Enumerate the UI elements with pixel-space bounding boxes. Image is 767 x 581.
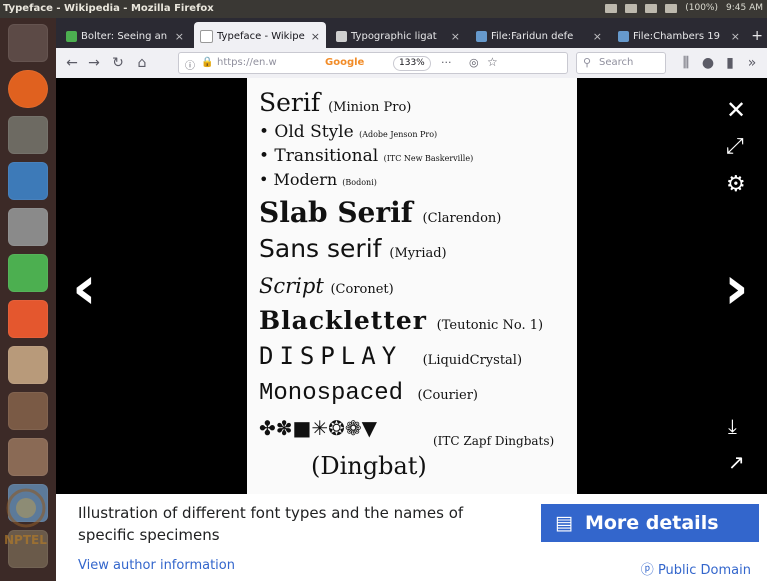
- share-icon[interactable]: ↗: [728, 452, 745, 472]
- amazon-icon[interactable]: [8, 346, 48, 384]
- previous-image-icon[interactable]: ‹: [72, 258, 97, 318]
- tab-label: Bolter: Seeing an: [81, 30, 168, 42]
- dash-icon[interactable]: [8, 24, 48, 62]
- more-details-label: More details: [584, 512, 719, 534]
- url-text: https://en.w: [217, 57, 277, 68]
- license-link[interactable]: ⓟ Public Domain: [641, 559, 751, 578]
- fullscreen-icon[interactable]: ⤢: [726, 136, 744, 158]
- software-center-icon[interactable]: [8, 300, 48, 338]
- typeface-specimen-image: Serif (Minion Pro) • Old Style (Adobe Je…: [247, 78, 577, 494]
- favicon-icon: [66, 30, 77, 42]
- tab-typographic[interactable]: Typographic ligat ×: [330, 22, 466, 50]
- specimen-blackletter: Blackletter (Teutonic No. 1): [259, 306, 544, 335]
- nptel-logo-icon: NPTEL: [4, 488, 47, 547]
- specimen-script: Script (Coronet): [259, 274, 394, 298]
- reload-icon[interactable]: ↻: [108, 53, 128, 73]
- image-info-bar: Illustration of different font types and…: [56, 494, 767, 581]
- tab-label: Typographic ligat: [351, 30, 437, 42]
- sidebar-icon[interactable]: ▮: [720, 53, 740, 73]
- forward-icon[interactable]: →: [84, 53, 104, 73]
- license-label: Public Domain: [657, 563, 751, 578]
- specimen-dingbat-label: (Dingbat): [311, 452, 427, 480]
- close-tab-icon[interactable]: ×: [731, 30, 740, 43]
- back-icon[interactable]: ←: [62, 53, 82, 73]
- battery-icon[interactable]: [665, 3, 678, 13]
- public-domain-icon: ⓟ: [640, 563, 654, 578]
- tab-bolter[interactable]: Bolter: Seeing an ×: [60, 22, 190, 50]
- navigation-bar: ← → ↻ ⌂ ⓘ 🔒 https://en.w Google 133% ···…: [56, 48, 767, 79]
- writer-icon[interactable]: [8, 162, 48, 200]
- tab-label: File:Chambers 19: [633, 30, 721, 42]
- svg-text:NPTEL: NPTEL: [4, 533, 47, 547]
- media-viewer: Serif (Minion Pro) • Old Style (Adobe Je…: [56, 78, 767, 494]
- specimen-transitional: • Transitional (ITC New Baskerville): [259, 146, 474, 166]
- commons-icon: [618, 30, 629, 42]
- home-icon[interactable]: ⌂: [132, 53, 152, 73]
- mail-icon[interactable]: [645, 3, 658, 13]
- commons-icon: [476, 30, 487, 42]
- next-image-icon[interactable]: ›: [724, 258, 749, 318]
- search-placeholder: Search: [599, 57, 634, 68]
- search-engine-badge[interactable]: Google: [325, 57, 364, 68]
- specimen-sans-serif: Sans serif (Myriad): [259, 234, 447, 263]
- bookmark-star-icon[interactable]: ☆: [487, 55, 498, 69]
- window-title: Typeface - Wikipedia - Mozilla Firefox: [3, 3, 214, 14]
- nptel-watermark: NPTEL: [0, 484, 110, 564]
- close-tab-icon[interactable]: ×: [451, 30, 460, 43]
- tab-faridun[interactable]: File:Faridun defe ×: [470, 22, 608, 50]
- overflow-menu-icon[interactable]: »: [742, 53, 762, 73]
- document-icon: ▤: [555, 512, 573, 534]
- tab-label: File:Faridun defe: [491, 30, 574, 42]
- bluetooth-icon[interactable]: [625, 3, 638, 13]
- os-top-panel: Typeface - Wikipedia - Mozilla Firefox (…: [0, 0, 767, 18]
- close-icon[interactable]: ✕: [726, 98, 746, 122]
- library-icon[interactable]: ⫼: [676, 53, 696, 73]
- settings-icon[interactable]: ⚙: [726, 174, 746, 196]
- pocket-icon[interactable]: ◎: [469, 56, 479, 69]
- specimen-monospaced: Monospaced (Courier): [259, 380, 479, 407]
- battery-level: (100%): [685, 3, 718, 13]
- network-icon[interactable]: [605, 3, 618, 13]
- drive-icon[interactable]: [8, 208, 48, 246]
- firefox-icon[interactable]: [8, 70, 48, 108]
- page-actions-icon[interactable]: ···: [441, 56, 452, 69]
- search-icon: ⚲: [583, 56, 592, 69]
- close-tab-icon[interactable]: ×: [311, 30, 320, 43]
- launcher-item-icon[interactable]: [8, 438, 48, 476]
- files-icon[interactable]: [8, 116, 48, 154]
- specimen-slab-serif: Slab Serif (Clarendon): [259, 196, 502, 229]
- search-box[interactable]: ⚲ Search: [576, 52, 666, 74]
- site-info-icon[interactable]: ⓘ: [185, 57, 195, 72]
- clock[interactable]: 9:45 AM: [726, 3, 763, 13]
- wikipedia-icon: [200, 29, 213, 43]
- new-tab-button[interactable]: +: [751, 28, 763, 44]
- specimen-serif: Serif (Minion Pro): [259, 88, 412, 117]
- download-icon[interactable]: ⤓: [728, 416, 737, 436]
- close-tab-icon[interactable]: ×: [175, 30, 184, 43]
- extension-icon[interactable]: ●: [698, 53, 718, 73]
- launcher-item-icon[interactable]: [8, 392, 48, 430]
- tab-typeface[interactable]: Typeface - Wikipe ×: [194, 22, 326, 50]
- url-bar[interactable]: ⓘ 🔒 https://en.w Google 133% ··· ◎ ☆: [178, 52, 568, 74]
- specimen-display: DISPLAY (LiquidCrystal): [259, 342, 523, 370]
- zoom-level[interactable]: 133%: [393, 56, 431, 71]
- system-tray: (100%) 9:45 AM: [605, 3, 763, 13]
- image-caption: Illustration of different font types and…: [78, 504, 464, 544]
- specimen-dingbat-note: (ITC Zapf Dingbats): [433, 434, 555, 448]
- close-tab-icon[interactable]: ×: [593, 30, 602, 43]
- tab-label: Typeface - Wikipe: [217, 30, 305, 42]
- specimen-old-style: • Old Style (Adobe Jenson Pro): [259, 122, 438, 142]
- specimen-dingbat-glyphs: ✤✽■✳❂❁▼: [259, 416, 378, 440]
- more-details-button[interactable]: ▤ More details: [541, 504, 759, 542]
- calc-icon[interactable]: [8, 254, 48, 292]
- tab-chambers[interactable]: File:Chambers 19 ×: [612, 22, 746, 50]
- specimen-modern: • Modern (Bodoni): [259, 170, 377, 189]
- lock-icon: 🔒: [201, 57, 214, 68]
- wikipedia-icon: [336, 30, 347, 42]
